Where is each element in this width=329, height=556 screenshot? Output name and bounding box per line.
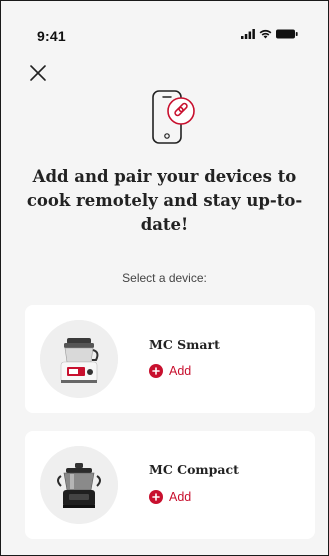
status-time: 9:41 xyxy=(37,28,66,44)
status-bar: 9:41 xyxy=(1,1,328,53)
plus-circle-icon xyxy=(149,490,163,504)
close-button[interactable] xyxy=(27,62,49,84)
device-card-mc-compact[interactable]: MC Compact Add xyxy=(25,431,315,539)
add-label: Add xyxy=(169,490,192,504)
battery-icon xyxy=(276,29,298,39)
signal-icon xyxy=(241,29,255,39)
device-name: MC Compact xyxy=(149,462,239,477)
add-label: Add xyxy=(169,364,192,378)
mc-smart-image xyxy=(40,320,118,398)
add-mc-compact-button[interactable]: Add xyxy=(149,490,191,504)
add-mc-smart-button[interactable]: Add xyxy=(149,364,191,378)
device-card-mc-smart[interactable]: MC Smart Add xyxy=(25,305,315,413)
app-screen: 9:41 Add and pair your devices to cook r… xyxy=(0,0,329,556)
page-title: Add and pair your devices to cook remote… xyxy=(26,167,303,234)
plus-circle-icon xyxy=(149,364,163,378)
mc-compact-image xyxy=(40,446,118,524)
phone-link-icon xyxy=(145,87,201,153)
wifi-icon xyxy=(259,29,272,39)
device-name: MC Smart xyxy=(149,337,220,352)
status-icons xyxy=(241,29,298,39)
close-icon xyxy=(30,65,46,81)
select-device-label: Select a device: xyxy=(122,271,207,285)
